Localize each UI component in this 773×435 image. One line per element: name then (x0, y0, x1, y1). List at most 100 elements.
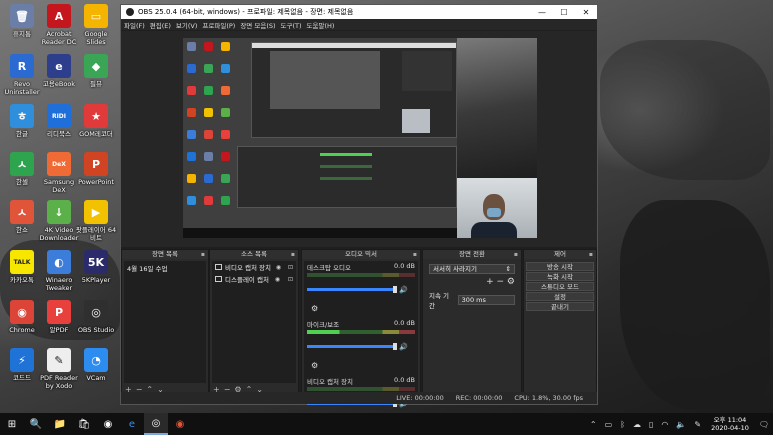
speaker-icon[interactable]: 🔊 (399, 343, 408, 351)
desktop-icon-label: Google Slides (84, 30, 108, 46)
desktop-icon[interactable]: ◎ OBS Studio (74, 300, 118, 334)
minimize-button[interactable]: — (531, 8, 553, 17)
sources-dock: 소스 목록 ▪ 비디오 캡처 장치 ◉ ⊡ 디스플레이 캡처 ◉ ⊡ + − ⚙ ⌃ ⌄ (209, 249, 299, 397)
store-icon[interactable]: 🛍 (72, 413, 96, 435)
desktop-icon[interactable]: P PowerPoint (74, 152, 118, 186)
bluetooth-icon[interactable]: ᛒ (620, 420, 625, 429)
scene-item[interactable]: 4월 16일 수업 (124, 261, 206, 275)
scenes-list[interactable]: 4월 16일 수업 (124, 261, 206, 383)
app-icon: ↓ (47, 200, 71, 224)
clock[interactable]: 오후 11:04 2020-04-10 (711, 416, 749, 432)
mixer-dock-title: 오디오 믹서 (345, 250, 377, 258)
pen-icon[interactable]: ✎ (694, 420, 701, 429)
menu-view[interactable]: 보기(V) (176, 20, 197, 30)
nested-docks (237, 146, 457, 208)
channel-name: 마이크/보조 (307, 321, 340, 329)
dock-float-icon[interactable]: ▪ (201, 250, 205, 259)
source-label: 디스플레이 캡처 (225, 276, 269, 284)
lock-icon[interactable]: ⊡ (286, 276, 293, 283)
visibility-eye-icon[interactable]: ◉ (275, 276, 280, 283)
dock-float-icon[interactable]: ▪ (291, 250, 295, 259)
desktop-icon[interactable]: ◆ 필뷰 (74, 54, 118, 88)
gear-icon[interactable]: ⚙ (311, 361, 318, 370)
nested-desktop-icon (221, 196, 230, 205)
gear-icon[interactable]: ⚙ (507, 277, 515, 287)
wallpaper-capture (457, 38, 537, 178)
source-item[interactable]: 디스플레이 캡처 ◉ ⊡ (212, 273, 296, 285)
app-icon: A (47, 4, 71, 28)
keyboard-icon[interactable]: ▭ (605, 420, 613, 429)
file-explorer-icon[interactable]: 📁 (48, 413, 72, 435)
wifi-icon[interactable]: ◠ (661, 420, 668, 429)
nested-desktop-icon (187, 42, 196, 51)
source-item[interactable]: 비디오 캡처 장치 ◉ ⊡ (212, 261, 296, 273)
sources-list[interactable]: 비디오 캡처 장치 ◉ ⊡ 디스플레이 캡처 ◉ ⊡ (212, 261, 296, 383)
remove-transition-button[interactable]: − (497, 277, 505, 287)
menu-tools[interactable]: 도구(T) (281, 20, 302, 30)
volume-slider[interactable] (307, 286, 397, 293)
display-source-icon (215, 276, 222, 282)
app-icon: P (47, 300, 71, 324)
desktop-icon[interactable]: ▭ Google Slides (74, 4, 118, 46)
edge-icon[interactable]: e (120, 413, 144, 435)
search-icon[interactable]: 🔍 (24, 413, 48, 435)
dock-float-icon[interactable]: ▪ (589, 250, 593, 259)
obs-window: OBS 25.0.4 (64-bit, windows) - 프로파일: 제목없… (120, 4, 598, 427)
app-icon: DeX (47, 152, 71, 176)
volume-slider[interactable] (307, 343, 397, 350)
menu-edit[interactable]: 편집(E) (150, 20, 171, 30)
desktop-icon[interactable]: ★ GOM레코더 (74, 104, 118, 138)
start-recording-button[interactable]: 녹화 시작 (526, 272, 594, 281)
transition-select[interactable]: 서서히 사라지기 ⇕ (429, 264, 515, 274)
desktop-icon-label: 필뷰 (90, 80, 102, 88)
app-icon: ▶ (84, 200, 108, 224)
studio-mode-button[interactable]: 스튜디오 모드 (526, 282, 594, 291)
desktop-icon[interactable]: ▶ 팟플레이어 64 비트 (74, 200, 118, 242)
volume-icon[interactable]: 🔈 (676, 420, 686, 429)
close-button[interactable]: ✕ (575, 8, 597, 17)
mixer-channel: 마이크/보조 0.0 dB 🔊 ⚙ (304, 318, 418, 375)
nested-preview (270, 51, 380, 109)
duration-label: 지속 기간 (429, 292, 450, 310)
app-icon: ◐ (47, 250, 71, 274)
menu-help[interactable]: 도움말(H) (307, 20, 335, 30)
menu-scene-collection[interactable]: 장면 모음(S) (240, 20, 275, 30)
battery-icon[interactable]: ▯ (649, 420, 653, 429)
menu-bar: 파일(F) 편집(E) 보기(V) 프로파일(P) 장면 모음(S) 도구(T)… (121, 19, 597, 30)
mixer-channel: 데스크탑 오디오 0.0 dB 🔊 ⚙ (304, 261, 418, 318)
chevron-up-icon[interactable]: ⌃ (590, 420, 597, 429)
transitions-dock-header: 장면 전환 ▪ (423, 250, 521, 259)
lock-icon[interactable]: ⊡ (286, 264, 293, 271)
title-bar[interactable]: OBS 25.0.4 (64-bit, windows) - 프로파일: 제목없… (121, 5, 597, 19)
obs-taskbar-icon[interactable]: ◎ (144, 413, 168, 435)
cloud-icon[interactable]: ☁ (633, 420, 641, 429)
speaker-icon[interactable]: 🔊 (399, 286, 408, 294)
preview-area[interactable] (121, 31, 597, 247)
preview-canvas[interactable] (183, 38, 537, 238)
chrome-icon[interactable]: ◉ (96, 413, 120, 435)
nested-desktop-icon (187, 64, 196, 73)
wallpaper-rock (620, 200, 770, 410)
dock-float-icon[interactable]: ▪ (413, 250, 417, 259)
desktop-icon[interactable]: ◔ VCam (74, 348, 118, 382)
duration-input[interactable]: 300 ms (457, 295, 515, 305)
start-streaming-button[interactable]: 방송 시작 (526, 262, 594, 271)
dock-float-icon[interactable]: ▪ (514, 250, 518, 259)
nested-obs-window (251, 42, 457, 138)
start-button[interactable]: ⊞ (0, 413, 24, 435)
exit-button[interactable]: 끝내기 (526, 302, 594, 311)
visibility-eye-icon[interactable]: ◉ (276, 264, 281, 271)
status-bar: LIVE: 00:00:00 REC: 00:00:00 CPU: 1.8%, … (121, 392, 597, 404)
settings-button[interactable]: 설정 (526, 292, 594, 301)
powerpoint-taskbar-icon[interactable]: ◉ (168, 413, 192, 435)
gear-icon[interactable]: ⚙ (311, 304, 318, 313)
app-icon: ✎ (47, 348, 71, 372)
desktop-icon[interactable]: 5K 5KPlayer (74, 250, 118, 284)
menu-profile[interactable]: 프로파일(P) (202, 20, 235, 30)
menu-file[interactable]: 파일(F) (124, 20, 145, 30)
app-icon: 🗑 (10, 4, 34, 28)
add-transition-button[interactable]: + (486, 277, 494, 287)
maximize-button[interactable]: ☐ (553, 8, 575, 17)
nested-desktop-icon (204, 174, 213, 183)
notification-icon[interactable]: 🗨 (759, 420, 769, 429)
